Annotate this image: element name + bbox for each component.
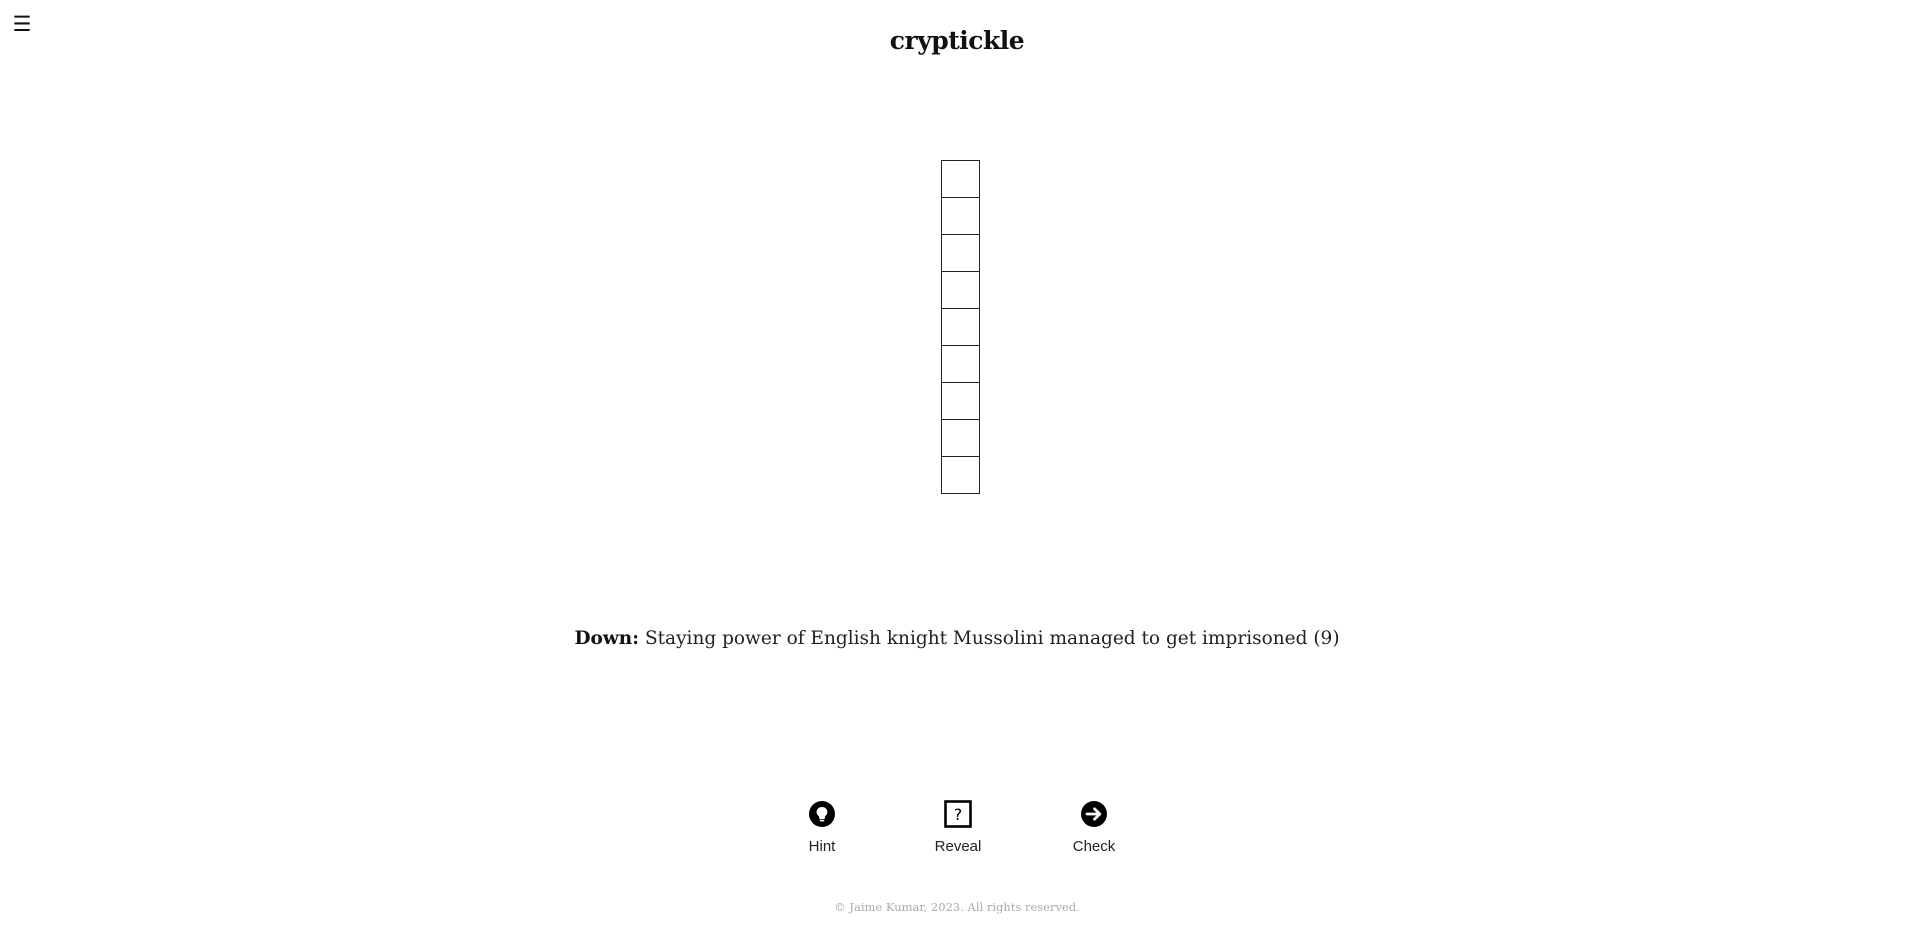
grid-cell-6[interactable]: [941, 345, 980, 383]
grid-cell-3[interactable]: [941, 234, 980, 272]
hint-button[interactable]: Hint: [777, 800, 867, 855]
crossword-grid: [941, 160, 980, 494]
hint-label: Hint: [808, 838, 836, 855]
arrow-right-circle-icon: [1081, 801, 1107, 827]
svg-text:?: ?: [954, 805, 963, 824]
grid-cell-2[interactable]: [941, 197, 980, 235]
grid-cell-1[interactable]: [941, 160, 980, 198]
lightbulb-icon: [809, 801, 835, 827]
check-button[interactable]: Check: [1049, 800, 1139, 855]
clue-text: Staying power of English knight Mussolin…: [644, 628, 1340, 649]
reveal-button[interactable]: ? Reveal: [913, 800, 1003, 855]
grid-cell-5[interactable]: [941, 308, 980, 346]
grid-cell-4[interactable]: [941, 271, 980, 309]
check-label: Check: [1072, 838, 1116, 855]
grid-cell-9[interactable]: [941, 456, 980, 494]
footer-copyright: © Jaime Kumar, 2023. All rights reserved…: [834, 900, 1080, 914]
grid-cell-8[interactable]: [941, 419, 980, 457]
clue-direction: Down:: [574, 628, 640, 649]
question-box-icon: ?: [944, 800, 972, 828]
page-title: cryptickle: [889, 26, 1025, 55]
clue: Down: Staying power of English knight Mu…: [0, 628, 1914, 649]
reveal-label: Reveal: [934, 838, 982, 855]
grid-cell-7[interactable]: [941, 382, 980, 420]
